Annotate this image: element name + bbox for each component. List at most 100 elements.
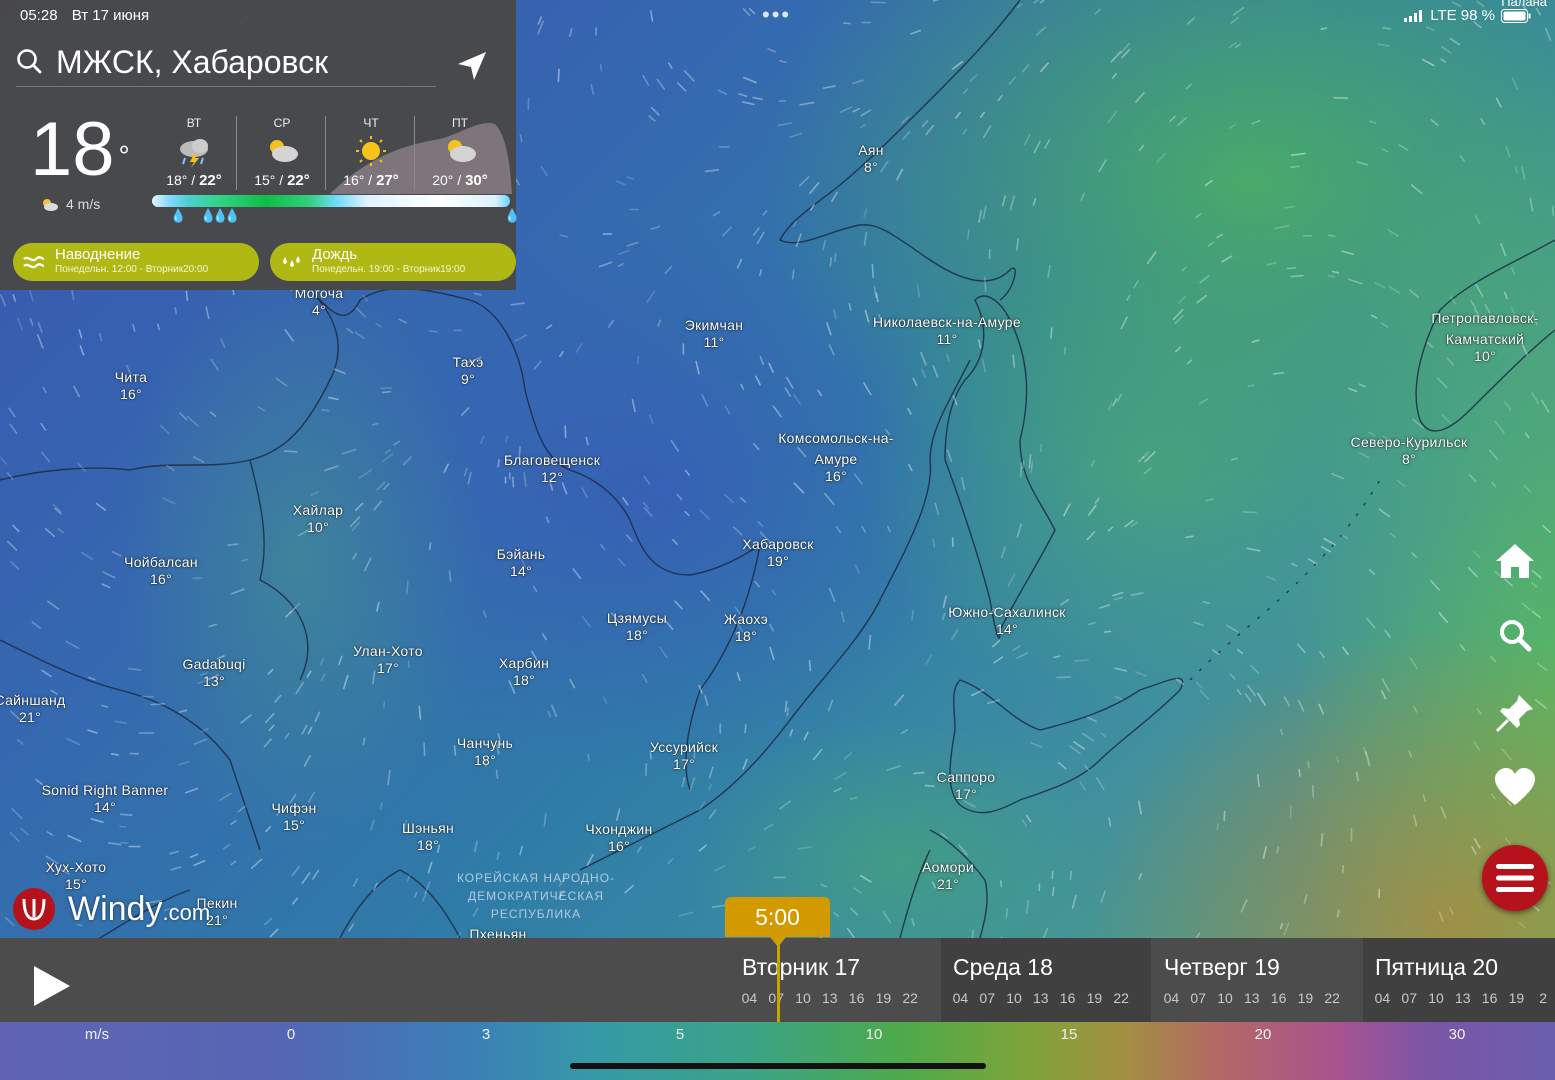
favorites-button[interactable]: [1492, 764, 1538, 810]
city-label[interactable]: Николаевск-на-Амуре 11°: [873, 314, 1021, 348]
city-label[interactable]: Саппоро 17°: [937, 769, 996, 803]
wind-streak: [870, 1, 886, 4]
wind-streak: [822, 239, 827, 251]
day-label: Среда 18: [953, 954, 1053, 980]
city-label[interactable]: Аомори 21°: [922, 859, 974, 893]
pin-button[interactable]: [1492, 690, 1538, 736]
wind-streak: [1015, 238, 1020, 251]
wind-streak: [1194, 213, 1202, 219]
city-label[interactable]: Бэйань 14°: [497, 546, 546, 580]
home-button[interactable]: [1492, 538, 1538, 584]
wind-streak: [1230, 16, 1240, 24]
city-label[interactable]: Экимчан 11°: [685, 317, 744, 351]
wind-streak: [1480, 118, 1486, 126]
city-label[interactable]: Сайншанд 21°: [0, 692, 65, 726]
wind-streak: [607, 319, 615, 328]
wind-streak: [1473, 550, 1481, 559]
location-search[interactable]: МЖСК, Хабаровск: [16, 42, 436, 87]
wind-streak: [1216, 822, 1219, 831]
wind-streak: [1422, 794, 1427, 803]
play-icon[interactable]: [32, 964, 72, 1008]
timeline-day[interactable]: Вторник 17 04071013161922: [730, 938, 940, 1022]
wind-streak: [1142, 451, 1150, 459]
city-label[interactable]: Чифэн 15°: [271, 800, 316, 834]
wind-streak: [1130, 521, 1139, 528]
city-label[interactable]: Могоча 4°: [295, 285, 344, 319]
wind-streak: [193, 859, 206, 867]
city-label[interactable]: Улан-Хото 17°: [353, 643, 423, 677]
city-label[interactable]: Цзямусы 18°: [607, 610, 667, 644]
city-label[interactable]: Хайлар 10°: [293, 502, 344, 536]
wind-streak: [708, 809, 717, 820]
location-name[interactable]: МЖСК, Хабаровск: [56, 44, 328, 81]
day-forecast[interactable]: ВТ 18° / 22°: [150, 112, 238, 192]
search-icon[interactable]: [16, 48, 42, 74]
city-label[interactable]: Южно-Сахалинск 14°: [948, 604, 1065, 638]
day-forecast[interactable]: СР 15° / 22°: [238, 112, 326, 192]
wind-streak: [379, 802, 383, 810]
city-label[interactable]: Чита 16°: [115, 369, 147, 403]
menu-button[interactable]: [1482, 845, 1548, 911]
city-label[interactable]: Комсомольск-на-: [778, 430, 894, 447]
windy-logo[interactable]: Windy.com: [12, 887, 210, 931]
multitask-dots-icon[interactable]: •••: [762, 4, 791, 26]
city-label[interactable]: Северо-Курильск 8°: [1351, 434, 1468, 468]
city-label[interactable]: Уссурийск 17°: [650, 739, 718, 773]
city-label[interactable]: Харбин 18°: [499, 655, 549, 689]
wind-streak: [1451, 1, 1462, 7]
wind-streak: [829, 257, 833, 267]
alert-title: Наводнение: [55, 246, 141, 263]
day-forecast[interactable]: ПТ 20° / 30°: [416, 112, 504, 192]
city-label[interactable]: Sonid Right Banner 14°: [42, 782, 169, 816]
wind-streak: [1114, 695, 1124, 701]
search-button[interactable]: [1492, 612, 1538, 658]
wind-streak: [808, 182, 820, 195]
city-label[interactable]: Чанчунь 18°: [457, 735, 513, 769]
city-label[interactable]: Благовещенск 12°: [504, 452, 600, 486]
wind-streak: [1398, 144, 1409, 151]
wind-streak: [178, 760, 190, 766]
city-label[interactable]: Камчатский 10°: [1446, 331, 1524, 365]
city-label[interactable]: Чхонджин 16°: [585, 821, 652, 855]
wind-streak: [900, 729, 908, 735]
flood-alert[interactable]: Наводнение Понедельн. 12:00 - Вторник20:…: [13, 243, 259, 281]
wind-streak: [1545, 27, 1552, 41]
sun-icon: [327, 134, 415, 168]
timeline-day[interactable]: Среда 18 04 07 10 13 16 19 22: [941, 938, 1151, 1022]
city-label[interactable]: Шэньян 18°: [402, 820, 454, 854]
city-label[interactable]: Тахэ 9°: [452, 354, 483, 388]
city-label[interactable]: Жаохэ 18°: [724, 611, 768, 645]
wind-streak: [1472, 740, 1481, 752]
city-label[interactable]: Чойбалсан 16°: [124, 554, 198, 588]
wind-streak: [1242, 511, 1257, 514]
wind-streak: [712, 211, 721, 217]
home-indicator[interactable]: [570, 1063, 986, 1069]
current-time-marker[interactable]: 5:00: [725, 897, 830, 937]
day-forecast[interactable]: ЧТ 16° / 27°: [327, 112, 415, 192]
navigation-arrow-icon[interactable]: [456, 50, 488, 82]
city-label[interactable]: Хабаровск 19°: [742, 536, 813, 570]
wind-streak: [808, 659, 812, 672]
wind-speed-legend: m/s 0 3 5 10 15 20 30: [0, 1022, 1555, 1080]
wind-streak: [676, 82, 687, 92]
city-label[interactable]: Аян 8°: [858, 142, 884, 176]
wind-streak: [230, 860, 237, 866]
timeline-day[interactable]: Четверг 19 04 07 10 13 16 19 22: [1152, 938, 1362, 1022]
city-label[interactable]: Gadabuqi 13°: [182, 656, 245, 690]
wind-streak: [1110, 51, 1122, 63]
city-label[interactable]: Пхеньян: [469, 926, 526, 938]
wind-streak: [1023, 134, 1031, 146]
wind-streak: [832, 309, 837, 320]
rain-alert[interactable]: Дождь Понедельн. 19:00 - Вторник19:00: [270, 243, 516, 281]
city-label[interactable]: Амуре 16°: [814, 451, 857, 485]
city-label[interactable]: Петропавловск-: [1431, 310, 1538, 327]
wind-streak: [1320, 832, 1324, 847]
wind-streak: [700, 590, 710, 601]
hour-ticks: 04071013161922: [741, 990, 918, 1006]
daily-forecast: ВТ 18° / 22° СР 15° / 22° ЧТ 16° / 27° П…: [150, 112, 512, 194]
wind-streak: [958, 844, 968, 856]
wind-streak: [991, 639, 1001, 648]
timeline-day[interactable]: Пятница 20 04 07 10 13 16 19 2: [1363, 938, 1555, 1022]
wind-streak: [413, 891, 418, 898]
wind-streak: [1411, 552, 1417, 558]
